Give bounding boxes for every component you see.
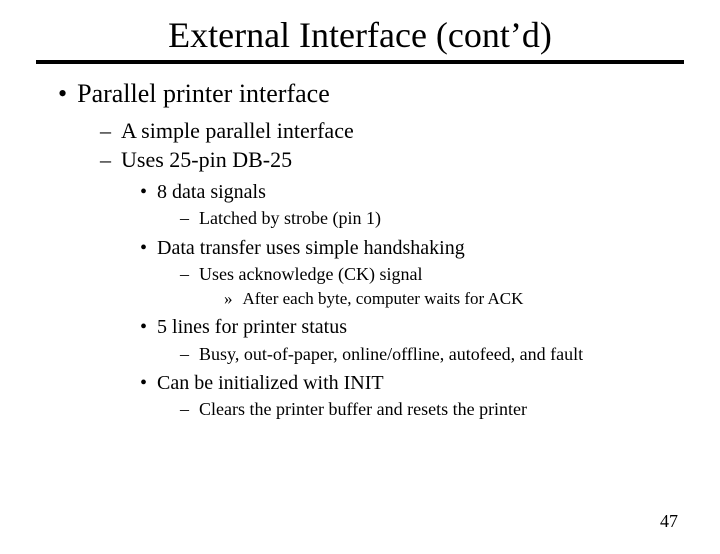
bullet-level2: A simple parallel interface — [100, 117, 720, 145]
page-number: 47 — [660, 511, 678, 532]
bullet-level3: Can be initialized with INIT — [140, 371, 720, 396]
bullet-level2: Uses 25-pin DB-25 — [100, 146, 720, 174]
bullet-level4: Clears the printer buffer and resets the… — [180, 398, 720, 421]
bullet-level4: Busy, out-of-paper, online/offline, auto… — [180, 343, 720, 366]
bullet-level1: Parallel printer interface — [58, 78, 720, 111]
slide: External Interface (cont’d) Parallel pri… — [0, 14, 720, 554]
bullet-level4: Latched by strobe (pin 1) — [180, 207, 720, 230]
title-underline — [36, 60, 684, 64]
bullet-level4: Uses acknowledge (CK) signal — [180, 263, 720, 286]
bullet-level3: Data transfer uses simple handshaking — [140, 236, 720, 261]
bullet-level3: 8 data signals — [140, 180, 720, 205]
bullet-list: Parallel printer interface A simple para… — [0, 78, 720, 421]
bullet-level3: 5 lines for printer status — [140, 315, 720, 340]
bullet-level5: After each byte, computer waits for ACK — [224, 288, 720, 309]
slide-title: External Interface (cont’d) — [0, 14, 720, 56]
